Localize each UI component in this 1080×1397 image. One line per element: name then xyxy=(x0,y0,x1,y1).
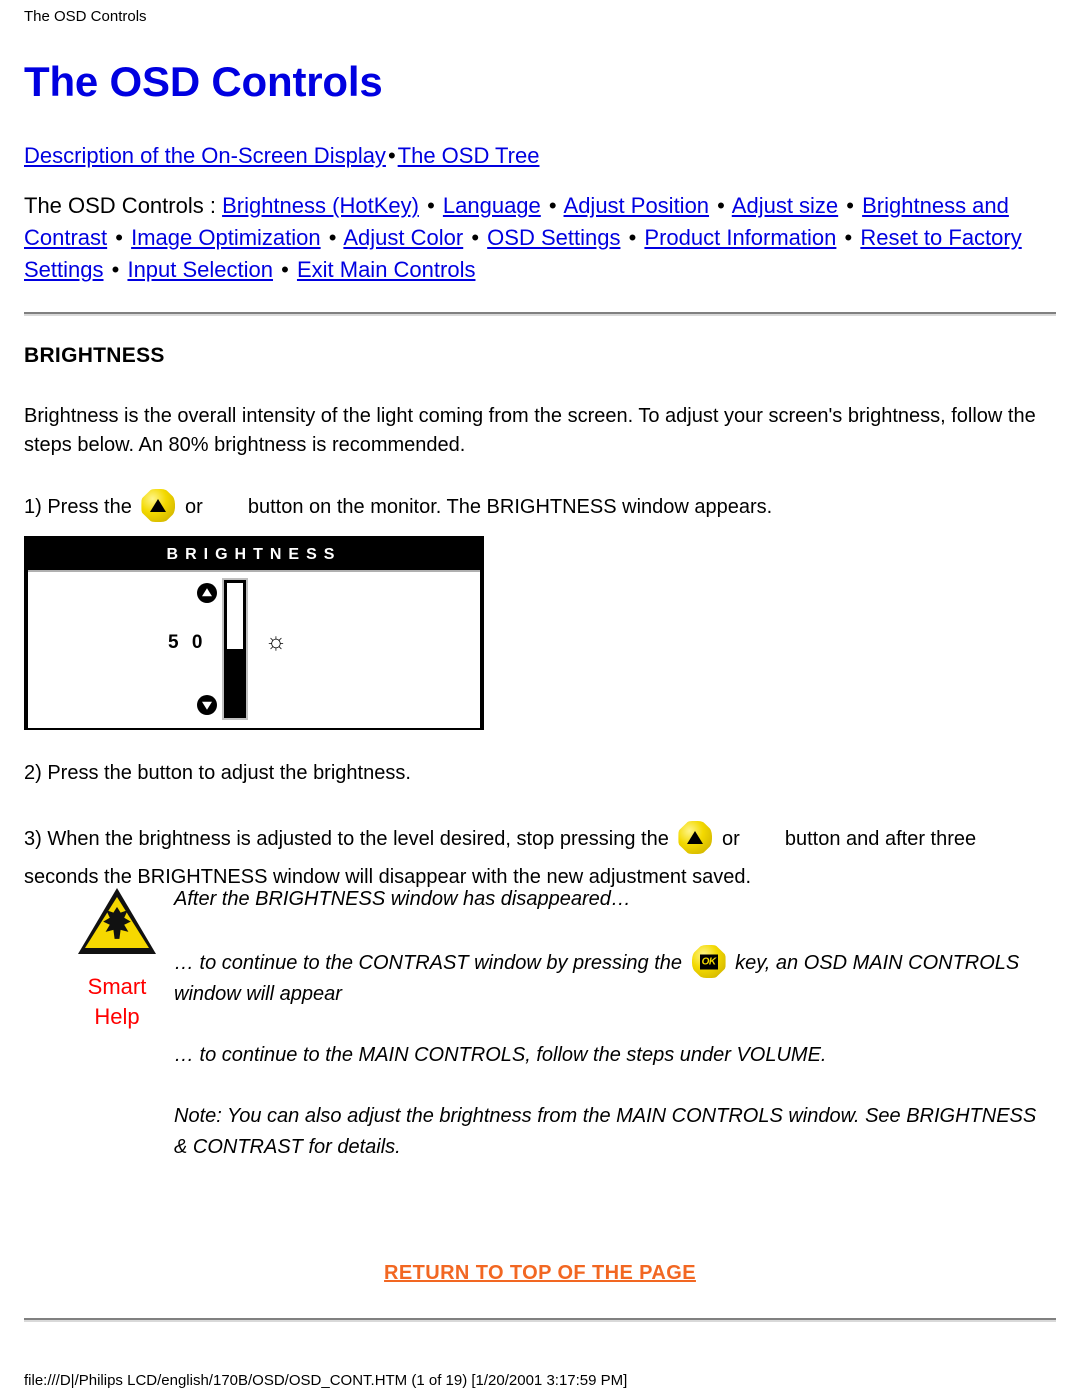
bullet-separator: • xyxy=(471,225,480,250)
nav-row-primary: Description of the On-Screen Display•The… xyxy=(24,140,1056,172)
smart-help-text: After the BRIGHTNESS window has disappea… xyxy=(174,884,1054,1193)
link-input-selection[interactable]: Input Selection xyxy=(127,257,273,282)
smart-help-paragraph-2-text: … to continue to the CONTRAST window by … xyxy=(174,952,683,974)
osd-decrease-arrow-icon[interactable] xyxy=(197,695,217,715)
bullet-separator: • xyxy=(717,193,725,218)
bullet-separator: • xyxy=(115,225,123,250)
smart-help-paragraph-1: After the BRIGHTNESS window has disappea… xyxy=(174,888,631,910)
page-breadcrumb: The OSD Controls xyxy=(24,8,147,25)
page-title: The OSD Controls xyxy=(24,58,383,105)
smart-help-label-line1: Smart xyxy=(87,974,147,999)
link-osd-settings[interactable]: OSD Settings xyxy=(487,225,620,250)
link-the-osd-tree[interactable]: The OSD Tree xyxy=(398,143,540,168)
main-content: The OSD Controls Description of the On-S… xyxy=(24,58,1056,526)
osd-window-body: 5 0 ☼ xyxy=(28,570,480,728)
bullet-separator: • xyxy=(111,257,120,282)
warning-triangle-icon xyxy=(78,888,156,954)
smart-help-paragraph-2: … to continue to the CONTRAST window by … xyxy=(174,945,1054,1010)
bullet-separator: • xyxy=(548,193,557,218)
divider-footer xyxy=(24,1318,1056,1322)
link-brightness-hotkey[interactable]: Brightness (HotKey) xyxy=(222,193,419,218)
osd-increase-arrow-icon[interactable] xyxy=(197,583,217,603)
osd-brightness-value: 5 0 xyxy=(168,632,207,653)
bullet-separator: • xyxy=(281,257,289,282)
link-exit-main-controls[interactable]: Exit Main Controls xyxy=(297,257,476,282)
link-description-of-the-on-screen-display[interactable]: Description of the On-Screen Display xyxy=(24,143,386,168)
osd-brightness-window: BRIGHTNESS 5 0 ☼ xyxy=(24,536,484,730)
bullet-separator: • xyxy=(387,143,396,168)
intro-paragraph: Brightness is the overall intensity of t… xyxy=(24,405,1036,456)
bullet-separator: • xyxy=(628,225,637,250)
divider-top xyxy=(24,312,1056,316)
step-3-text-before: 3) When the brightness is adjusted to th… xyxy=(24,828,669,850)
step-1: 1) Press the or button on the monitor. T… xyxy=(24,488,1056,526)
bullet-separator: • xyxy=(427,193,435,218)
brightness-sun-icon: ☼ xyxy=(265,628,287,655)
osd-window-title: BRIGHTNESS xyxy=(28,540,480,570)
step-2: 2) Press the button to adjust the bright… xyxy=(24,762,411,784)
osd-slider-fill xyxy=(227,649,243,715)
smart-help-paragraph-5: Note: You can also adjust the brightness… xyxy=(174,1105,1037,1158)
smart-help-label-line2: Help xyxy=(94,1004,140,1029)
bullet-separator: • xyxy=(846,193,854,218)
smart-help-paragraph-4: … to continue to the MAIN CONTROLS, foll… xyxy=(174,1044,827,1066)
ok-key-icon: OK xyxy=(691,945,726,978)
link-image-optimization[interactable]: Image Optimization xyxy=(131,225,321,250)
nav-row-controls: The OSD Controls : Brightness (HotKey) •… xyxy=(24,190,1056,286)
section-heading-brightness: BRIGHTNESS xyxy=(24,344,165,367)
link-adjust-color[interactable]: Adjust Color xyxy=(343,225,463,250)
step-3-text-mid: or xyxy=(721,828,740,850)
link-adjust-size[interactable]: Adjust size xyxy=(732,193,838,218)
step-1-text-before: 1) Press the xyxy=(24,496,132,518)
step-1-text-mid: or xyxy=(184,496,203,518)
step-1-text-after: button on the monitor. The BRIGHTNESS wi… xyxy=(247,496,773,518)
smart-help-aside: Smart Help xyxy=(62,884,172,1032)
up-key-icon xyxy=(141,489,176,522)
up-key-icon xyxy=(678,821,713,854)
return-to-top-link[interactable]: RETURN TO TOP OF THE PAGE xyxy=(384,1262,696,1284)
link-adjust-position[interactable]: Adjust Position xyxy=(564,193,710,218)
bullet-separator: • xyxy=(328,225,337,250)
osd-brightness-slider[interactable] xyxy=(224,580,246,718)
link-language[interactable]: Language xyxy=(443,193,541,218)
return-to-top: RETURN TO TOP OF THE PAGE xyxy=(0,1262,1080,1285)
link-product-information[interactable]: Product Information xyxy=(644,225,836,250)
bullet-separator: • xyxy=(844,225,853,250)
file-path-status: file:///D|/Philips LCD/english/170B/OSD/… xyxy=(24,1372,628,1389)
steps-continued: 2) Press the button to adjust the bright… xyxy=(24,754,1056,896)
nav-lead-text: The OSD Controls : xyxy=(24,193,223,218)
